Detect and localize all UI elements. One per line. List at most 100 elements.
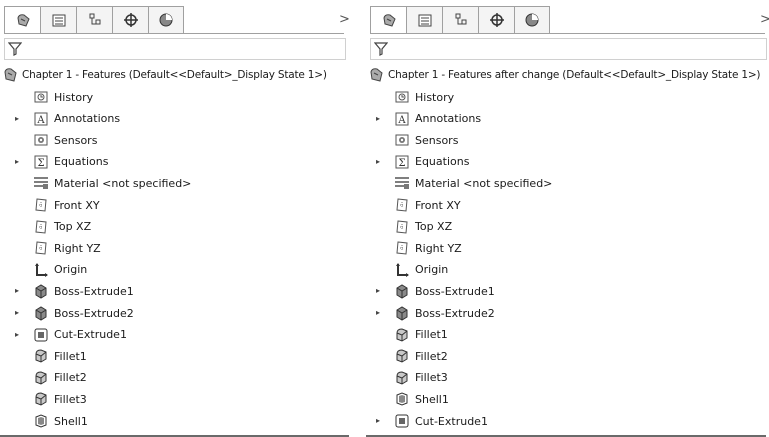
tree-item-material-not-specified[interactable]: Material <not specified>: [394, 174, 552, 192]
tree-item-label: Right YZ: [54, 241, 101, 255]
tree-item-sensors[interactable]: Sensors: [394, 131, 458, 149]
tree-item-material-not-specified[interactable]: Material <not specified>: [33, 174, 191, 192]
tree-item-boss-extrude2[interactable]: ▸ Boss-Extrude2: [15, 304, 134, 322]
tree-item-annotations[interactable]: ▸ A Annotations: [376, 110, 481, 128]
expand-arrow-icon[interactable]: ▸: [15, 286, 25, 295]
tree-item-icon-wrap: [33, 370, 49, 386]
part-shape-icon: [370, 68, 383, 82]
filter-bar[interactable]: [4, 38, 346, 60]
tree-item-icon-wrap: [394, 89, 410, 105]
expand-arrow-icon[interactable]: ▸: [15, 114, 25, 123]
tree-item-icon-wrap: [394, 305, 410, 321]
equations-icon: Σ: [395, 155, 409, 169]
tree-item-top-xz[interactable]: Top XZ: [394, 218, 452, 236]
tree-item-icon-wrap: [394, 327, 410, 343]
root-label: Chapter 1 - Features (Default<<Default>_…: [22, 69, 327, 81]
tree-item-icon-wrap: [33, 89, 49, 105]
tree-item-boss-extrude2[interactable]: ▸ Boss-Extrude2: [376, 304, 495, 322]
tree-item-label: Cut-Extrude1: [54, 328, 127, 342]
expand-arrow-icon[interactable]: ▸: [15, 330, 25, 339]
expand-arrow-icon[interactable]: ▸: [376, 157, 386, 166]
tree-item-icon-wrap: [394, 197, 410, 213]
tab-feature-manager[interactable]: [4, 6, 40, 34]
tab-configuration-manager[interactable]: [442, 6, 478, 34]
tab-display-manager[interactable]: [514, 6, 550, 34]
tree-item-fillet2[interactable]: Fillet2: [33, 369, 87, 387]
root-part-node[interactable]: Chapter 1 - Features after change (Defau…: [368, 66, 761, 84]
tree-item-label: Right YZ: [415, 241, 462, 255]
tree-item-equations[interactable]: ▸ Σ Equations: [376, 153, 470, 171]
filter-icon[interactable]: [374, 42, 388, 56]
tree-item-label: Shell1: [415, 392, 449, 406]
tree-item-label: Material <not specified>: [54, 176, 192, 190]
tab-dimxpert-manager[interactable]: [112, 6, 148, 34]
root-label: Chapter 1 - Features after change (Defau…: [388, 69, 761, 81]
tree-item-cut-extrude1[interactable]: ▸ Cut-Extrude1: [376, 412, 488, 430]
expand-arrow-icon[interactable]: ▸: [15, 157, 25, 166]
tree-item-annotations[interactable]: ▸ A Annotations: [15, 110, 121, 128]
tree-item-icon-wrap: [33, 413, 49, 429]
more-tabs-arrow[interactable]: >: [760, 12, 769, 27]
manager-tabs: [4, 5, 184, 35]
tree-item-origin[interactable]: Origin: [394, 261, 448, 279]
tree-item-label: Boss-Extrude2: [54, 306, 134, 320]
tree-item-label: Origin: [54, 263, 88, 277]
tree-item-label: Fillet1: [415, 328, 448, 342]
tree-item-fillet3[interactable]: Fillet3: [394, 369, 448, 387]
tree-item-shell1[interactable]: Shell1: [394, 390, 449, 408]
tabbar-divider: [370, 33, 765, 34]
tree-item-fillet1[interactable]: Fillet1: [33, 347, 87, 365]
annotations-icon: A: [395, 112, 409, 126]
tree-item-fillet3[interactable]: Fillet3: [33, 390, 87, 408]
tree-item-equations[interactable]: ▸ Σ Equations: [15, 153, 108, 171]
root-part-node[interactable]: Chapter 1 - Features (Default<<Default>_…: [2, 66, 327, 84]
tree-item-boss-extrude1[interactable]: ▸ Boss-Extrude1: [15, 282, 134, 300]
tree-item-right-yz[interactable]: Right YZ: [33, 239, 101, 257]
tab-property-manager[interactable]: [406, 6, 442, 34]
tree-item-shell1[interactable]: Shell1: [33, 412, 88, 430]
filter-bar[interactable]: [370, 38, 767, 60]
tree-item-label: Annotations: [54, 112, 121, 126]
tab-feature-manager[interactable]: [370, 6, 406, 34]
cut-extrude-icon: [395, 414, 409, 428]
tree-item-icon-wrap: [33, 240, 49, 256]
expand-arrow-icon[interactable]: ▸: [376, 286, 386, 295]
more-tabs-arrow[interactable]: >: [339, 12, 350, 27]
tree-item-cut-extrude1[interactable]: ▸ Cut-Extrude1: [15, 326, 127, 344]
tree-item-icon-wrap: A: [33, 111, 49, 127]
filter-icon[interactable]: [8, 42, 22, 56]
tree-item-label: Boss-Extrude1: [54, 284, 134, 298]
tree-item-right-yz[interactable]: Right YZ: [394, 239, 462, 257]
history-icon: [34, 91, 48, 103]
expand-arrow-icon[interactable]: ▸: [376, 416, 386, 425]
svg-text:A: A: [36, 115, 45, 126]
tree-item-history[interactable]: History: [33, 88, 93, 106]
tree-item-front-xy[interactable]: Front XY: [394, 196, 461, 214]
tab-configuration-manager[interactable]: [76, 6, 112, 34]
configuration-manager-icon: [89, 13, 100, 25]
tree-item-sensors[interactable]: Sensors: [33, 131, 97, 149]
tree-item-history[interactable]: History: [394, 88, 454, 106]
plane-icon: [35, 220, 47, 234]
tree-item-icon-wrap: [394, 240, 410, 256]
tree-item-origin[interactable]: Origin: [33, 261, 87, 279]
tree-item-label: Equations: [415, 155, 470, 169]
tab-dimxpert-manager[interactable]: [478, 6, 514, 34]
part-shape-icon: [4, 68, 17, 82]
plane-icon: [35, 198, 47, 212]
expand-arrow-icon[interactable]: ▸: [15, 308, 25, 317]
tree-item-fillet1[interactable]: Fillet1: [394, 326, 448, 344]
origin-icon: [396, 262, 409, 277]
fillet-icon: [396, 371, 408, 385]
tree-item-top-xz[interactable]: Top XZ: [33, 218, 91, 236]
tree-item-label: Origin: [415, 263, 449, 277]
tree-item-fillet2[interactable]: Fillet2: [394, 347, 448, 365]
tab-display-manager[interactable]: [148, 6, 184, 34]
tree-item-boss-extrude1[interactable]: ▸ Boss-Extrude1: [376, 282, 495, 300]
svg-text:A: A: [397, 115, 406, 126]
tree-item-front-xy[interactable]: Front XY: [33, 196, 100, 214]
tab-property-manager[interactable]: [40, 6, 76, 34]
expand-arrow-icon[interactable]: ▸: [376, 114, 386, 123]
expand-arrow-icon[interactable]: ▸: [376, 308, 386, 317]
tree-item-label: Fillet2: [54, 371, 87, 385]
